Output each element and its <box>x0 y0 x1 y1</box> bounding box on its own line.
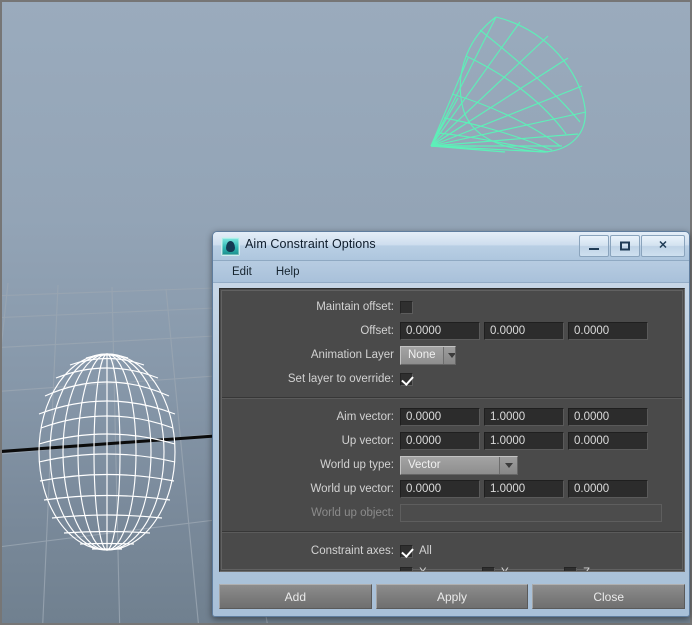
dialog-menubar: Edit Help <box>213 261 689 283</box>
maya-app-icon <box>221 237 240 256</box>
dialog-titlebar[interactable]: Aim Constraint Options ✕ <box>213 232 689 261</box>
offset-x-input[interactable]: 0.0000 <box>400 322 480 340</box>
row-set-layer-override: Set layer to override: <box>222 367 682 391</box>
world-up-type-dropdown[interactable]: Vector <box>400 455 518 475</box>
chevron-down-icon <box>499 456 517 474</box>
maximize-button[interactable] <box>610 235 640 257</box>
animation-layer-dropdown[interactable]: None <box>400 345 456 365</box>
constraint-axes-all-label: All <box>419 545 432 557</box>
section-vectors: Aim vector: 0.0000 1.0000 0.0000 Up vect… <box>222 401 682 529</box>
constraint-axes-label: Constraint axes: <box>310 545 394 557</box>
world-up-type-value: Vector <box>408 459 441 471</box>
set-layer-override-label: Set layer to override: <box>287 373 394 385</box>
menu-item-edit[interactable]: Edit <box>230 265 254 279</box>
section-offset: Maintain offset: Offset: 0.0000 0.0000 0… <box>222 291 682 395</box>
offset-z-input[interactable]: 0.0000 <box>568 322 648 340</box>
apply-button[interactable]: Apply <box>375 584 529 609</box>
options-panel: Maintain offset: Offset: 0.0000 0.0000 0… <box>219 288 685 572</box>
minimize-icon <box>589 248 599 251</box>
minimize-button[interactable] <box>579 235 609 257</box>
close-button[interactable]: ✕ <box>641 235 685 257</box>
world-up-vector-x-input[interactable]: 0.0000 <box>400 480 480 498</box>
row-aim-vector: Aim vector: 0.0000 1.0000 0.0000 <box>222 405 682 429</box>
axis-x-item: X <box>400 566 482 571</box>
world-up-vector-y-input[interactable]: 1.0000 <box>484 480 564 498</box>
window-controls: ✕ <box>579 235 685 257</box>
close-icon: ✕ <box>658 239 668 252</box>
constraint-axis-z-checkbox[interactable] <box>564 566 577 571</box>
up-vector-y-input[interactable]: 1.0000 <box>484 432 564 450</box>
constraint-axis-y-checkbox[interactable] <box>482 566 495 571</box>
animation-layer-label: Animation Layer <box>310 349 394 361</box>
options-panel-wrap: Maintain offset: Offset: 0.0000 0.0000 0… <box>219 288 685 610</box>
row-world-up-vector: World up vector: 0.0000 1.0000 0.0000 <box>222 477 682 501</box>
animation-layer-value: None <box>408 349 436 361</box>
up-vector-label: Up vector: <box>341 435 394 447</box>
maintain-offset-checkbox[interactable] <box>400 300 413 314</box>
maintain-offset-label: Maintain offset: <box>316 301 394 313</box>
constraint-axis-x-checkbox[interactable] <box>400 566 413 571</box>
axis-y-item: Y <box>482 566 564 571</box>
row-maintain-offset: Maintain offset: <box>222 295 682 319</box>
set-layer-override-checkbox[interactable] <box>400 372 413 386</box>
menu-item-help[interactable]: Help <box>274 265 302 279</box>
row-offset: Offset: 0.0000 0.0000 0.0000 <box>222 319 682 343</box>
offset-y-input[interactable]: 0.0000 <box>484 322 564 340</box>
section-constraint-axes: Constraint axes: All X Y <box>222 535 682 571</box>
aim-vector-z-input[interactable]: 0.0000 <box>568 408 648 426</box>
axis-z-item: Z <box>564 566 646 571</box>
dialog-title: Aim Constraint Options <box>245 237 376 251</box>
up-vector-z-input[interactable]: 0.0000 <box>568 432 648 450</box>
cone-wireframe <box>430 16 587 153</box>
row-axes-xyz: X Y Z <box>222 563 682 571</box>
row-constraint-axes: Constraint axes: All <box>222 539 682 563</box>
row-up-vector: Up vector: 0.0000 1.0000 0.0000 <box>222 429 682 453</box>
world-up-vector-z-input[interactable]: 0.0000 <box>568 480 648 498</box>
aim-vector-x-input[interactable]: 0.0000 <box>400 408 480 426</box>
add-button[interactable]: Add <box>219 584 372 609</box>
world-up-object-input <box>400 504 662 522</box>
constraint-axis-x-label: X <box>419 567 427 571</box>
chevron-down-icon <box>442 346 455 364</box>
row-world-up-type: World up type: Vector <box>222 453 682 477</box>
constraint-axes-all-checkbox[interactable] <box>400 544 413 558</box>
dialog-button-row: Add Apply Close <box>219 584 686 609</box>
up-vector-x-input[interactable]: 0.0000 <box>400 432 480 450</box>
world-up-object-label: World up object: <box>311 507 394 519</box>
maximize-icon <box>620 241 630 251</box>
world-up-type-label: World up type: <box>320 459 394 471</box>
aim-constraint-options-dialog[interactable]: Aim Constraint Options ✕ Edit Help Maint <box>212 231 690 617</box>
row-animation-layer: Animation Layer None <box>222 343 682 367</box>
aim-vector-label: Aim vector: <box>336 411 394 423</box>
row-world-up-object: World up object: <box>222 501 682 525</box>
world-up-vector-label: World up vector: <box>310 483 394 495</box>
close-dialog-button[interactable]: Close <box>532 584 686 609</box>
constraint-axis-y-label: Y <box>501 567 509 571</box>
divider-1 <box>222 397 682 399</box>
offset-label: Offset: <box>360 325 394 337</box>
divider-2 <box>222 531 682 533</box>
aim-vector-y-input[interactable]: 1.0000 <box>484 408 564 426</box>
constraint-axis-z-label: Z <box>583 567 590 571</box>
sphere-wireframe <box>38 353 176 551</box>
